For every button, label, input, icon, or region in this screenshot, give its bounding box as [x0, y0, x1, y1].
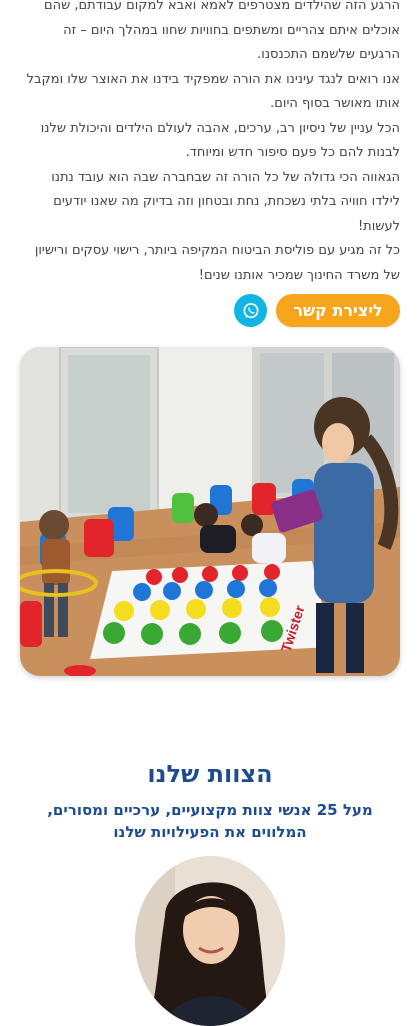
team-section-title: הצוות שלנו — [147, 760, 273, 788]
contact-button[interactable]: ליצירת קשר — [276, 294, 400, 327]
intro-paragraph: הרגע הזה שהילדים מצטרפים לאמא ואבא למקום… — [43, 0, 400, 62]
team-member-avatar — [135, 856, 285, 1026]
intro-paragraph: הגאווה הכי גדולה של כל הורה זה שבחברה שב… — [51, 169, 400, 234]
intro-paragraph: הכל עניין של ניסיון רב, ערכים, אהבה לעול… — [40, 120, 400, 161]
kids-playing-photo: Twister — [20, 347, 400, 676]
whatsapp-icon — [243, 302, 258, 318]
intro-paragraph: כל זה מגיע עם פוליסת הביטוח המקיפה ביותר… — [34, 243, 400, 283]
cta-row: ליצירת קשר — [0, 294, 420, 328]
intro-text: הרגע הזה שהילדים מצטרפים לאמא ואבא למקום… — [20, 0, 400, 288]
team-section-subtitle: מעל 25 אנשי צוות מקצועיים, ערכיים ומסורי… — [47, 801, 373, 841]
intro-paragraph: אנו רואים לנגד עינינו את הורה שמפקיד ביד… — [26, 71, 400, 112]
whatsapp-button[interactable] — [234, 294, 267, 327]
